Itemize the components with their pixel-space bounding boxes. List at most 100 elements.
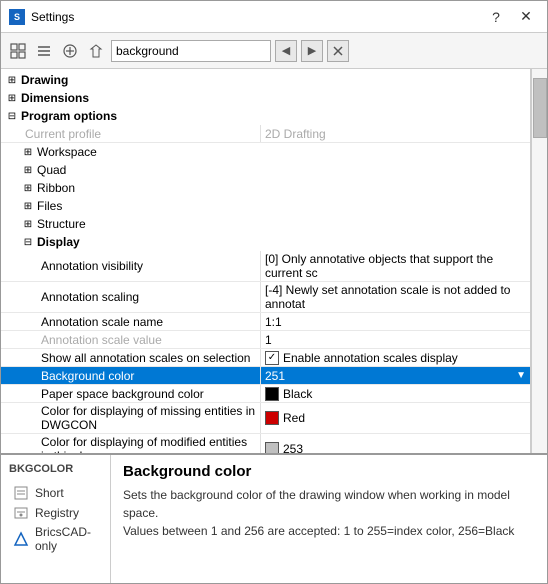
color-swatch-missing	[265, 411, 279, 425]
table-row-annotation-visibility[interactable]: Annotation visibility [0] Only annotativ…	[1, 251, 530, 282]
help-text: Sets the background color of the drawing…	[123, 486, 535, 540]
table-row-show-ann-scales[interactable]: Show all annotation scales on selection …	[1, 349, 530, 367]
checkbox-label-ann-scales: Enable annotation scales display	[283, 351, 458, 365]
ribbon-label: Ribbon	[37, 181, 75, 195]
registry-icon	[13, 505, 29, 521]
cell-left-missing: Color for displaying of missing entities…	[1, 403, 261, 433]
expand-icon-workspace: ⊞	[21, 145, 35, 159]
settings-window: S Settings ? ✕	[0, 0, 548, 584]
structure-label: Structure	[37, 217, 86, 231]
short-label: Short	[35, 486, 64, 500]
table-row-current-profile[interactable]: Current profile 2D Drafting	[1, 125, 530, 143]
cell-left-show-ann: Show all annotation scales on selection	[1, 349, 261, 366]
cell-left-ann-scale-name: Annotation scale name	[1, 313, 261, 330]
tree-item-ribbon[interactable]: ⊞ Ribbon	[1, 179, 530, 197]
cell-right-missing: Red	[261, 403, 530, 433]
tree-item-display[interactable]: ⊟ Display	[1, 233, 530, 251]
tree-item-quad[interactable]: ⊞ Quad	[1, 161, 530, 179]
toolbar-icon-1[interactable]	[7, 40, 29, 62]
bottom-left-panel: BKGCOLOR Short	[1, 455, 111, 583]
tree-item-program-options[interactable]: ⊟ Program options	[1, 107, 530, 125]
drawing-label: Drawing	[21, 73, 68, 87]
color-swatch-paper-bg	[265, 387, 279, 401]
registry-label: Registry	[35, 506, 79, 520]
bottom-menu-bricscad-only[interactable]: BricsCAD-only	[9, 523, 102, 555]
table-row-background-color[interactable]: Background color 251 ▼	[1, 367, 530, 385]
toolbar-icon-2[interactable]	[33, 40, 55, 62]
window-title: Settings	[31, 10, 483, 24]
program-options-label: Program options	[21, 109, 117, 123]
expand-icon-display: ⊟	[21, 235, 35, 249]
color-swatch-modified-this	[265, 442, 279, 453]
cell-right-paper-bg: Black	[261, 385, 530, 402]
cell-left-paper-bg: Paper space background color	[1, 385, 261, 402]
quad-label: Quad	[37, 163, 66, 177]
display-label: Display	[37, 235, 80, 249]
table-row-modified-this[interactable]: Color for displaying of modified entitie…	[1, 434, 530, 453]
expand-icon-program-options: ⊟	[5, 109, 19, 123]
cell-left-ann-scale: Annotation scaling	[1, 282, 261, 312]
search-next-button[interactable]: ▶	[301, 40, 323, 62]
table-row-annotation-scale-value[interactable]: Annotation scale value 1	[1, 331, 530, 349]
bottom-panel: BKGCOLOR Short	[1, 453, 547, 583]
tree-item-workspace[interactable]: ⊞ Workspace	[1, 143, 530, 161]
cell-left-current-profile: Current profile	[1, 125, 261, 142]
cell-right-show-ann: ✓ Enable annotation scales display	[261, 349, 530, 366]
table-row-annotation-scaling[interactable]: Annotation scaling [-4] Newly set annota…	[1, 282, 530, 313]
bg-color-value: 251	[265, 369, 285, 383]
close-button[interactable]: ✕	[513, 7, 539, 27]
search-input[interactable]	[112, 44, 270, 58]
title-bar: S Settings ? ✕	[1, 1, 547, 33]
tree-item-drawing[interactable]: ⊞ Drawing	[1, 71, 530, 89]
window-controls: ? ✕	[483, 7, 539, 27]
cell-right-bg-color: 251 ▼	[261, 367, 530, 384]
expand-icon-files: ⊞	[21, 199, 35, 213]
bottom-right-panel: Background color Sets the background col…	[111, 455, 547, 583]
help-title: Background color	[123, 463, 535, 480]
content-area: ⊞ Drawing ⊞ Dimensions ⊟ Program options…	[1, 69, 547, 453]
tree-panel: ⊞ Drawing ⊞ Dimensions ⊟ Program options…	[1, 69, 531, 453]
cell-left-modified-this: Color for displaying of modified entitie…	[1, 434, 261, 453]
bricscad-only-label: BricsCAD-only	[35, 525, 98, 553]
tree-item-files[interactable]: ⊞ Files	[1, 197, 530, 215]
dimensions-label: Dimensions	[21, 91, 89, 105]
search-clear-button[interactable]	[327, 40, 349, 62]
expand-icon-structure: ⊞	[21, 217, 35, 231]
cell-right-modified-this: 253	[261, 434, 530, 453]
svg-text:S: S	[14, 12, 20, 22]
cell-right-ann-scale-name: 1:1	[261, 313, 530, 330]
files-label: Files	[37, 199, 62, 213]
short-icon	[13, 485, 29, 501]
table-row-annotation-scale-name[interactable]: Annotation scale name 1:1	[1, 313, 530, 331]
tree-item-structure[interactable]: ⊞ Structure	[1, 215, 530, 233]
expand-icon-dimensions: ⊞	[5, 91, 19, 105]
toolbar-icon-4[interactable]	[85, 40, 107, 62]
help-button[interactable]: ?	[483, 7, 509, 27]
bg-color-dropdown[interactable]: ▼	[516, 370, 526, 381]
scrollbar-vertical[interactable]	[531, 69, 547, 453]
search-prev-button[interactable]: ◀	[275, 40, 297, 62]
bottom-menu-short[interactable]: Short	[9, 483, 102, 503]
search-box	[111, 40, 271, 62]
table-row-missing-entities[interactable]: Color for displaying of missing entities…	[1, 403, 530, 434]
cell-right-ann-vis: [0] Only annotative objects that support…	[261, 251, 530, 281]
expand-icon-ribbon: ⊞	[21, 181, 35, 195]
bricscad-icon	[13, 531, 29, 547]
bottom-menu-registry[interactable]: Registry	[9, 503, 102, 523]
expand-icon-quad: ⊞	[21, 163, 35, 177]
expand-icon-drawing: ⊞	[5, 73, 19, 87]
cell-right-ann-scale: [-4] Newly set annotation scale is not a…	[261, 282, 530, 312]
paper-bg-value: Black	[283, 387, 312, 401]
cell-left-ann-vis: Annotation visibility	[1, 251, 261, 281]
bottom-section-label: BKGCOLOR	[9, 463, 102, 475]
table-row-paper-bg-color[interactable]: Paper space background color Black	[1, 385, 530, 403]
app-icon: S	[9, 9, 25, 25]
toolbar-icon-3[interactable]	[59, 40, 81, 62]
workspace-label: Workspace	[37, 145, 97, 159]
cell-left-bg-color: Background color	[1, 367, 261, 384]
scrollbar-thumb[interactable]	[533, 78, 547, 138]
tree-item-dimensions[interactable]: ⊞ Dimensions	[1, 89, 530, 107]
checkbox-ann-scales[interactable]: ✓	[265, 351, 279, 365]
toolbar: ◀ ▶	[1, 33, 547, 69]
missing-value: Red	[283, 411, 305, 425]
